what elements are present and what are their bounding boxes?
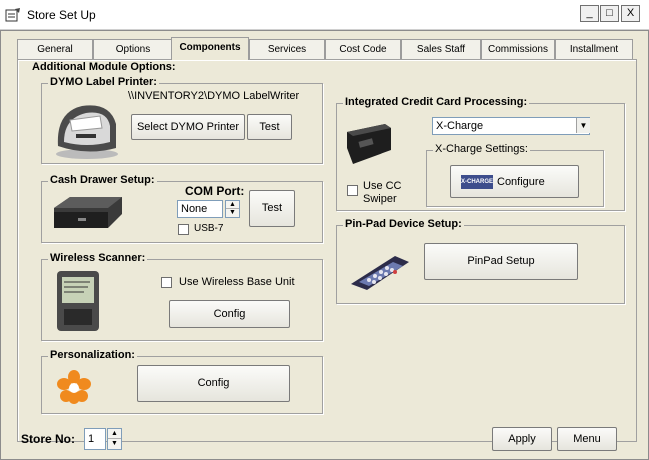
tab-general[interactable]: General <box>17 39 93 59</box>
spin-down-icon[interactable]: ▼ <box>108 439 121 449</box>
window-title: Store Set Up <box>27 8 96 22</box>
cash-drawer-title: Cash Drawer Setup: <box>48 174 157 186</box>
maximize-button[interactable]: □ <box>600 5 619 22</box>
flower-icon <box>57 370 91 404</box>
wireless-config-button[interactable]: Config <box>169 300 290 328</box>
pinpad-setup-button[interactable]: PinPad Setup <box>424 243 578 280</box>
store-no-input[interactable]: 1 <box>84 428 106 450</box>
configure-button[interactable]: X-CHARGE Configure <box>450 165 579 198</box>
x-charge-logo-icon: X-CHARGE <box>461 175 493 189</box>
dymo-printer-path: \\INVENTORY2\DYMO LabelWriter <box>128 90 300 102</box>
select-dymo-printer-button[interactable]: Select DYMO Printer <box>131 114 245 140</box>
card-swiper-icon <box>347 124 391 164</box>
menu-button[interactable]: Menu <box>557 427 617 451</box>
spin-up-icon[interactable]: ▲ <box>226 201 239 209</box>
cc-swiper-label: Use CC Swiper <box>363 180 402 205</box>
tab-options[interactable]: Options <box>93 39 173 59</box>
dymo-test-button[interactable]: Test <box>247 114 292 140</box>
tab-commissions[interactable]: Commissions <box>481 39 555 59</box>
x-charge-settings-group: X-Charge Settings: X-CHARGE Configure <box>426 143 604 207</box>
app-icon <box>5 8 20 22</box>
credit-card-group: Integrated Credit Card Processing: Use C… <box>336 96 625 211</box>
store-no-label: Store No: <box>21 432 75 446</box>
cash-drawer-group: Cash Drawer Setup: COM Port: None ▲ ▼ US… <box>41 174 323 243</box>
personalization-config-button[interactable]: Config <box>137 365 290 402</box>
dymo-group: DYMO Label Printer: \\INVENTORY2\DYMO La… <box>41 76 323 164</box>
wireless-base-checkbox[interactable] <box>161 277 172 288</box>
tab-cost-code[interactable]: Cost Code <box>325 39 401 59</box>
wireless-base-label: Use Wireless Base Unit <box>179 276 295 288</box>
cash-drawer-test-button[interactable]: Test <box>249 190 295 227</box>
com-port-label: COM Port: <box>185 184 245 198</box>
tab-installment[interactable]: Installment <box>555 39 633 59</box>
wireless-scanner-icon <box>57 271 99 331</box>
personalization-group: Personalization: Config <box>41 349 323 414</box>
personalization-title: Personalization: <box>48 349 137 361</box>
label-printer-icon <box>56 105 118 159</box>
pinpad-icon <box>351 256 409 290</box>
cc-swiper-checkbox[interactable] <box>347 185 358 196</box>
com-port-input[interactable]: None <box>177 200 223 218</box>
chevron-down-icon[interactable]: ▼ <box>576 118 590 133</box>
window-body: General Options Components Services Cost… <box>0 30 649 460</box>
minimize-button[interactable]: _ <box>580 5 599 22</box>
spin-down-icon[interactable]: ▼ <box>226 209 239 217</box>
close-button[interactable]: X <box>621 5 640 22</box>
tab-services[interactable]: Services <box>249 39 325 59</box>
tab-sales-staff[interactable]: Sales Staff <box>401 39 481 59</box>
title-bar: Store Set Up _ □ X <box>0 0 649 30</box>
dymo-title: DYMO Label Printer: <box>48 76 159 88</box>
wireless-title: Wireless Scanner: <box>48 252 148 264</box>
components-panel: Additional Module Options: DYMO Label Pr… <box>17 59 637 442</box>
section-title: Additional Module Options: <box>32 61 176 73</box>
credit-card-title: Integrated Credit Card Processing: <box>343 96 530 108</box>
tab-components[interactable]: Components <box>171 37 249 60</box>
usb-checkbox[interactable] <box>178 224 189 235</box>
spin-up-icon[interactable]: ▲ <box>108 429 121 439</box>
processor-select[interactable]: X-Charge <box>432 117 590 135</box>
processor-select-value: X-Charge <box>436 120 484 132</box>
cash-drawer-icon <box>54 197 122 228</box>
configure-label: Configure <box>497 176 545 188</box>
pinpad-group: Pin-Pad Device Setup: PinPad Setup <box>336 218 625 304</box>
com-port-stepper[interactable]: ▲ ▼ <box>225 200 240 218</box>
wireless-group: Wireless Scanner: Use Wireless Base Unit… <box>41 252 323 341</box>
pinpad-title: Pin-Pad Device Setup: <box>343 218 464 230</box>
x-charge-settings-title: X-Charge Settings: <box>433 143 530 155</box>
store-no-stepper[interactable]: ▲ ▼ <box>107 428 122 450</box>
usb-label: USB-7 <box>194 223 224 234</box>
apply-button[interactable]: Apply <box>492 427 552 451</box>
